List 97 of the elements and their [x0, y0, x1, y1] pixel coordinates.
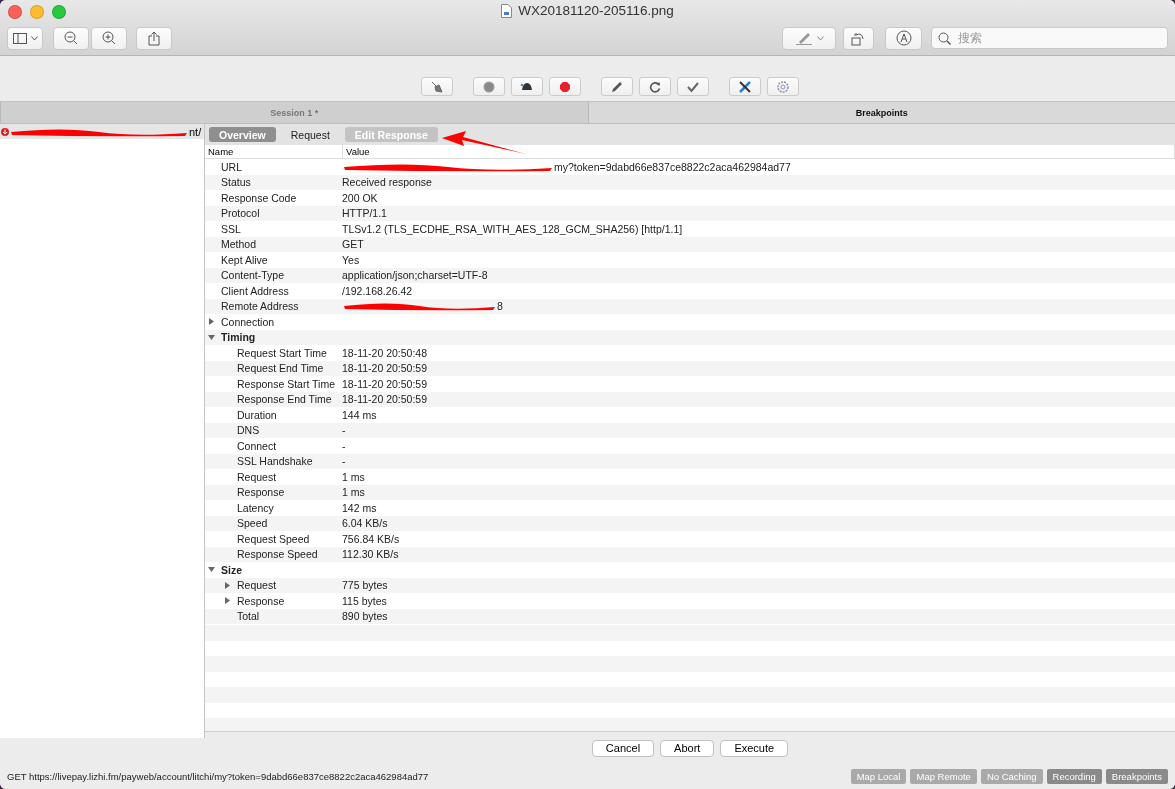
- expanded-triangle-icon[interactable]: [208, 566, 215, 574]
- property-value: Received response: [342, 176, 432, 189]
- property-name: Response End Time: [237, 393, 332, 406]
- property-name: Response Start Time: [237, 377, 336, 390]
- property-name: Duration: [237, 408, 277, 421]
- property-name: Connection: [221, 315, 275, 328]
- expanded-triangle-icon[interactable]: [208, 333, 215, 341]
- property-value: 115 bytes: [342, 594, 387, 607]
- property-value: Yes: [342, 253, 360, 266]
- property-value: 142 ms: [342, 501, 377, 514]
- property-name: Content-Type: [221, 269, 285, 282]
- search-icon: [938, 31, 951, 45]
- stop-icon[interactable]: [548, 77, 581, 96]
- property-name: URL: [221, 160, 242, 173]
- property-value: TLSv1.2 (TLS_ECDHE_RSA_WITH_AES_128_GCM_SHA256) [http/1.1]: [342, 222, 683, 235]
- sidebar-button[interactable]: [7, 26, 43, 50]
- property-value: 6.04 KB/s: [342, 517, 388, 530]
- annotate-button[interactable]: [885, 26, 922, 50]
- property-value: -: [342, 424, 346, 437]
- property-name: Request: [237, 579, 277, 592]
- zoom-out-icon: [64, 31, 78, 45]
- property-value: 1 ms: [342, 486, 365, 499]
- property-name: Latency: [237, 501, 274, 514]
- property-name: Status: [221, 176, 251, 189]
- pen-tip-circle-icon: [895, 30, 912, 46]
- pen-icon: [794, 31, 813, 45]
- property-name: SSL Handshake: [237, 455, 313, 468]
- property-value: 18-11-20 20:50:59: [342, 362, 428, 375]
- search-field[interactable]: 搜索: [931, 27, 1168, 49]
- pen-icon[interactable]: [600, 77, 633, 96]
- dialog-button[interactable]: Execute: [720, 739, 789, 757]
- zoom-in-button[interactable]: [91, 26, 127, 50]
- property-value: 1 ms: [342, 470, 365, 483]
- property-name: DNS: [237, 424, 260, 437]
- property-value: -: [342, 455, 346, 468]
- collapsed-triangle-icon[interactable]: [208, 318, 215, 326]
- property-name: SSL: [221, 222, 241, 235]
- property-name: Connect: [237, 439, 277, 452]
- sidebar-item[interactable]: nt/: [189, 125, 202, 138]
- property-value: GET: [342, 238, 364, 251]
- status-text: GET https://livepay.lizhi.fm/payweb/account/litchi/my?token=9dabd66e837ce8822c2aca462984ad77: [7, 771, 429, 782]
- zoom-out-button[interactable]: [53, 26, 89, 50]
- property-name: Request End Time: [237, 362, 324, 375]
- property-name: Size: [221, 563, 242, 576]
- property-name: Timing: [221, 331, 256, 344]
- property-value: 8: [497, 300, 503, 313]
- record-button[interactable]: [472, 77, 505, 96]
- property-name: Response Speed: [237, 548, 318, 561]
- document-icon: [501, 3, 513, 18]
- chevron-down-icon: [816, 35, 824, 41]
- property-value: /192.168.26.42: [342, 284, 413, 297]
- property-name: Request Speed: [237, 532, 310, 545]
- property-value: 112.30 KB/s: [342, 548, 399, 561]
- property-value: 200 OK: [342, 191, 378, 204]
- property-value: HTTP/1.1: [342, 207, 387, 220]
- share-icon: [148, 30, 160, 46]
- sidebar-icon: [12, 32, 27, 44]
- property-name: Speed: [237, 517, 268, 530]
- record-icon: [482, 80, 495, 93]
- property-value: 18-11-20 20:50:59: [342, 393, 428, 406]
- checkmark-icon[interactable]: [676, 77, 709, 96]
- property-value: 18-11-20 20:50:48: [342, 346, 428, 359]
- property-name: Response Code: [221, 191, 297, 204]
- property-name: Response: [237, 594, 285, 607]
- dialog-button[interactable]: Cancel: [591, 739, 655, 757]
- property-name: Response: [237, 486, 285, 499]
- property-name: Total: [237, 610, 260, 623]
- window-title: WX20181120-205116.png: [518, 3, 674, 18]
- close-button[interactable]: [8, 5, 22, 19]
- detail-tab[interactable]: Request: [280, 127, 340, 142]
- search-input[interactable]: 搜索: [956, 30, 1161, 46]
- refresh-icon[interactable]: [638, 77, 671, 96]
- zoom-in-icon: [102, 31, 116, 45]
- property-name: Remote Address: [221, 300, 299, 313]
- property-value: application/json;charset=UTF-8: [342, 269, 488, 282]
- property-value: 775 bytes: [342, 579, 388, 592]
- property-name: Kept Alive: [221, 253, 268, 266]
- property-name: Client Address: [221, 284, 289, 297]
- markup-button[interactable]: [782, 26, 836, 50]
- download-icon: [1, 127, 9, 136]
- property-name: Request Start Time: [237, 346, 327, 359]
- chevron-down-icon: [30, 35, 38, 41]
- column-header[interactable]: Name: [205, 145, 343, 158]
- property-value: -: [342, 439, 346, 452]
- tools-icon[interactable]: [728, 77, 761, 96]
- property-value: 144 ms: [342, 408, 377, 421]
- property-value: my?token=9dabd66e837ce8822c2aca462984ad77: [554, 160, 791, 173]
- broom-icon[interactable]: [420, 77, 453, 96]
- property-value: 890 bytes: [342, 610, 388, 623]
- property-name: Request: [237, 470, 277, 483]
- rotate-icon: [851, 30, 866, 46]
- property-value: 18-11-20 20:50:59: [342, 377, 428, 390]
- turtle-icon[interactable]: [510, 77, 543, 96]
- property-name: Method: [221, 238, 257, 251]
- property-name: Protocol: [221, 207, 260, 220]
- property-value: 756.84 KB/s: [342, 532, 400, 545]
- dialog-button[interactable]: Abort: [660, 739, 715, 757]
